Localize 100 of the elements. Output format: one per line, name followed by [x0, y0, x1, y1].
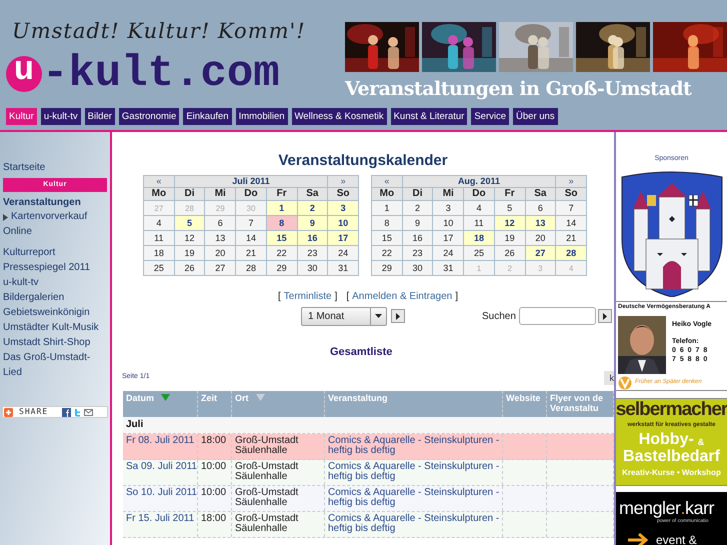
sidebar-link[interactable]: u-kult-tv [0, 275, 110, 290]
event-link[interactable]: Comics & Aquarelle - Steinskulpturen - heftig bis deftig [328, 488, 502, 508]
calendar-day[interactable]: 10 [328, 216, 358, 230]
calendar-day[interactable]: 19 [494, 230, 526, 246]
calendar-day[interactable]: 18 [144, 246, 174, 260]
period-dropdown[interactable]: 1 Monat [301, 306, 387, 326]
sidebar-link[interactable]: Gebietsweinkönigin [0, 305, 110, 320]
calendar-day[interactable]: 20 [525, 230, 556, 246]
next-month-link[interactable]: » [328, 176, 358, 188]
sidebar-link[interactable]: Pressespiegel 2011 [0, 260, 110, 275]
calendar-day[interactable]: 23 [297, 246, 328, 260]
search-field[interactable] [518, 307, 596, 325]
calendar-day[interactable]: 27 [204, 260, 236, 276]
calendar-day[interactable]: 16 [297, 230, 328, 246]
calendar-day[interactable]: 2 [402, 200, 433, 216]
calendar-day[interactable]: 21 [556, 230, 586, 246]
sidebar-link[interactable]: Bildergalerien [0, 290, 110, 305]
calendar-day[interactable]: 7 [236, 216, 266, 230]
calendar-day[interactable]: 18 [464, 230, 494, 246]
calendar-day[interactable]: 22 [372, 246, 402, 260]
next-month-link[interactable]: » [556, 176, 586, 188]
calendar-day[interactable]: 12 [494, 216, 526, 230]
nav-tab[interactable]: Einkaufen [183, 108, 232, 125]
calendar-day[interactable]: 20 [204, 246, 236, 260]
calendar-day[interactable]: 1 [266, 200, 298, 216]
calendar-day[interactable]: 24 [432, 246, 464, 260]
sidebar-link[interactable]: Startseite [0, 160, 110, 175]
calendar-day[interactable]: 9 [402, 216, 433, 230]
calendar-day[interactable]: 1 [372, 200, 402, 216]
calendar-day[interactable]: 27 [525, 246, 556, 260]
calendar-day[interactable]: 3 [432, 200, 464, 216]
prev-month-link[interactable]: « [144, 176, 174, 188]
calendar-day[interactable]: 26 [494, 246, 526, 260]
nav-tab[interactable]: u-kult-tv [40, 108, 81, 125]
calendar-day[interactable]: 25 [464, 246, 494, 260]
calendar-day[interactable]: 11 [144, 230, 174, 246]
nav-tab[interactable]: Immobilien [236, 108, 288, 125]
nav-tab[interactable]: Kultur [6, 108, 37, 125]
calendar-day[interactable]: 17 [328, 230, 358, 246]
nav-tab[interactable]: Wellness & Kosmetik [292, 108, 387, 125]
nav-tab[interactable]: Bilder [84, 108, 115, 125]
calendar-day[interactable]: 21 [236, 246, 266, 260]
calendar-day[interactable]: 24 [328, 246, 358, 260]
calendar-day[interactable]: 15 [266, 230, 298, 246]
sidebar-link[interactable]: Umstadt Shirt-Shop [0, 335, 110, 350]
calendar-day[interactable]: 5 [174, 216, 205, 230]
calendar-day[interactable]: 4 [144, 216, 174, 230]
sidebar-link[interactable]: Online [0, 224, 110, 239]
calendar-day[interactable]: 10 [432, 216, 464, 230]
calendar-day[interactable]: 11 [464, 216, 494, 230]
nav-tab[interactable]: Kunst & Literatur [390, 108, 468, 125]
sidebar-link[interactable]: Umstädter Kult-Musik [0, 320, 110, 335]
calendar-day[interactable]: 16 [402, 230, 433, 246]
calendar-day[interactable]: 6 [525, 200, 556, 216]
calendar-day[interactable]: 22 [266, 246, 298, 260]
calendar-day[interactable]: 4 [464, 200, 494, 216]
calendar-day[interactable]: 25 [144, 260, 174, 276]
calendar-day[interactable]: 14 [236, 230, 266, 246]
text-link[interactable]: Anmelden & Eintragen [352, 290, 452, 303]
event-link[interactable]: Comics & Aquarelle - Steinskulpturen - heftig bis deftig [328, 462, 502, 482]
nav-tab[interactable]: Gastronomie [118, 108, 180, 125]
sidebar-link[interactable]: Das Groß-Umstadt-Lied [0, 350, 110, 380]
calendar-day[interactable]: 8 [266, 216, 298, 230]
calendar-day[interactable]: 9 [297, 216, 328, 230]
sidebar-link[interactable]: Kulturreport [0, 245, 110, 260]
sidebar-link[interactable]: Veranstaltungen [0, 195, 110, 210]
go-button[interactable] [391, 309, 405, 323]
calendar-day[interactable]: 7 [556, 200, 586, 216]
calendar-day[interactable]: 23 [402, 246, 433, 260]
nav-tab[interactable]: Über uns [513, 108, 558, 125]
calendar-day[interactable]: 26 [174, 260, 205, 276]
nav-tab[interactable]: Service [471, 108, 510, 125]
calendar-day[interactable]: 3 [328, 200, 358, 216]
calendar-day[interactable]: 31 [432, 260, 464, 276]
calendar-day[interactable]: 13 [204, 230, 236, 246]
calendar-day[interactable]: 30 [402, 260, 433, 276]
calendar-day[interactable]: 14 [556, 216, 586, 230]
prev-month-link[interactable]: « [372, 176, 402, 188]
table-row[interactable]: Sa 09. Juli 2011 10:00 Groß-Umstadt Säulenhalle Comics & Aquarelle - Steinskulpturen - heftig bis deftig [123, 460, 614, 486]
calendar-day[interactable]: 31 [328, 260, 358, 276]
calendar-day[interactable]: 29 [266, 260, 298, 276]
calendar-day[interactable]: 15 [372, 230, 402, 246]
sidebar-link[interactable]: Kartenvorverkauf [0, 210, 110, 224]
table-row[interactable]: So 10. Juli 2011 10:00 Groß-Umstadt Säulenhalle Comics & Aquarelle - Steinskulpturen - heftig bis deftig [123, 486, 614, 512]
calendar-day[interactable]: 5 [494, 200, 526, 216]
calendar-day[interactable]: 28 [556, 246, 586, 260]
table-row[interactable]: Fr 15. Juli 2011 18:00 Groß-Umstadt Säulenhalle Comics & Aquarelle - Steinskulpturen - heftig bis deftig [123, 512, 614, 538]
table-row[interactable]: Fr 08. Juli 2011 18:00 Groß-Umstadt Säulenhalle Comics & Aquarelle - Steinskulpturen - heftig bis deftig [123, 434, 614, 460]
calendar-day[interactable]: 8 [372, 216, 402, 230]
calendar-day[interactable]: 17 [432, 230, 464, 246]
event-link[interactable]: Comics & Aquarelle - Steinskulpturen - heftig bis deftig [328, 436, 502, 456]
calendar-day[interactable]: 29 [372, 260, 402, 276]
calendar-day[interactable]: 6 [204, 216, 236, 230]
calendar-day[interactable]: 13 [525, 216, 556, 230]
pager-button[interactable]: k [604, 370, 614, 384]
calendar-day[interactable]: 30 [297, 260, 328, 276]
search-button[interactable] [598, 309, 612, 323]
calendar-day[interactable]: 12 [174, 230, 205, 246]
text-link[interactable]: Terminliste [284, 290, 332, 303]
calendar-day[interactable]: 2 [297, 200, 328, 216]
